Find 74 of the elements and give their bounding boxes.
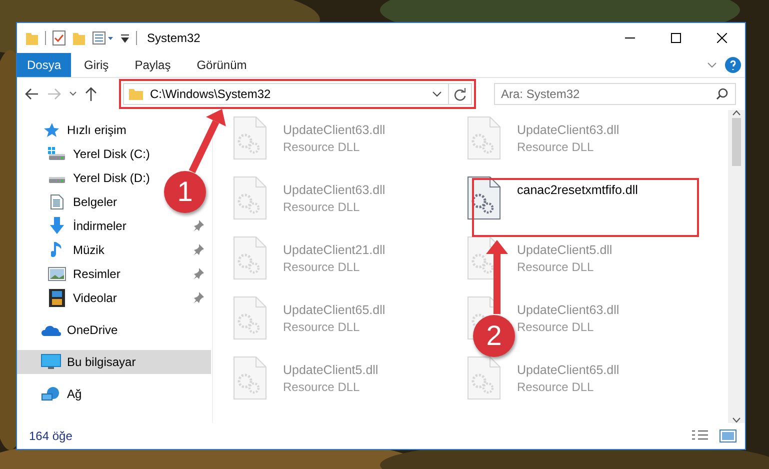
drive-icon: [48, 147, 66, 161]
address-bar[interactable]: C:\Windows\System32: [123, 83, 472, 105]
help-icon: [725, 57, 741, 73]
recent-button[interactable]: [69, 91, 77, 97]
scrollbar[interactable]: [728, 110, 745, 423]
file-type: Resource DLL: [283, 320, 361, 334]
window-title: System32: [147, 31, 200, 45]
folder-icon: [25, 30, 39, 46]
sidebar-item[interactable]: Müzik: [73, 243, 104, 257]
caret-icon: [432, 91, 442, 97]
dll-file-icon: [467, 116, 501, 160]
monitor-icon: [41, 354, 61, 370]
dll-file-icon: [233, 296, 267, 340]
chevron-icon: [707, 62, 717, 68]
folder-icon: [128, 87, 144, 101]
music-note-icon: [51, 241, 63, 259]
pointer-arrow: [189, 109, 226, 174]
down-arrow-icon: [49, 217, 65, 235]
ribbon-tab[interactable]: Giriş: [71, 53, 122, 77]
dll-file-icon: [233, 116, 267, 160]
refresh-icon: [453, 87, 467, 101]
sidebar-item[interactable]: Videolar: [73, 291, 117, 305]
scrollbar-thumb[interactable]: [732, 118, 741, 166]
file-type: Resource DLL: [517, 320, 595, 334]
forward-arrow-icon: [47, 88, 61, 100]
document-icon: [50, 194, 64, 210]
network-icon: [41, 386, 61, 402]
file-type: Resource DLL: [283, 260, 361, 274]
back-arrow-icon: [25, 88, 39, 100]
file-name[interactable]: canac2resetxmtfifo.dll: [517, 183, 638, 197]
scroll-down-icon: [732, 417, 741, 423]
sidebar-item[interactable]: Hızlı erişim: [67, 123, 126, 137]
up-arrow-icon: [85, 87, 97, 101]
close-icon: [717, 33, 727, 43]
large-icons-view-icon: [719, 429, 737, 443]
dll-file-icon: [233, 236, 267, 280]
star-icon: [43, 122, 59, 138]
scroll-up-icon: [732, 110, 741, 116]
file-type: Resource DLL: [283, 140, 361, 154]
file-type: Resource DLL: [517, 140, 595, 154]
file-type: Resource DLL: [283, 200, 361, 214]
checklist-icon: [52, 30, 66, 46]
caret-icon: [120, 33, 130, 43]
item-count: 164 öğe: [29, 429, 72, 443]
sidebar-item[interactable]: OneDrive: [67, 323, 118, 337]
file-type: Resource DLL: [517, 380, 595, 394]
file-type: Resource DLL: [517, 260, 595, 274]
caret-icon: [69, 91, 77, 97]
sidebar-item[interactable]: Ağ: [67, 387, 82, 401]
list-icon: [92, 30, 114, 46]
maximize-icon: [671, 33, 681, 43]
up-button[interactable]: [85, 87, 97, 101]
search-field[interactable]: Ara: System32: [494, 83, 736, 105]
sidebar-item[interactable]: Belgeler: [73, 195, 118, 209]
cloud-icon: [41, 324, 61, 336]
folder-icon: [72, 30, 86, 46]
dll-file-icon: [467, 356, 501, 400]
picture-icon: [48, 267, 66, 281]
search-icon: [716, 88, 728, 100]
ribbon-tab[interactable]: Görünüm: [184, 53, 260, 77]
sidebar-item[interactable]: İndirmeler: [73, 219, 126, 233]
dll-file-icon: [467, 176, 501, 220]
file-type: Resource DLL: [283, 380, 361, 394]
sidebar-item[interactable]: Yerel Disk (C:): [73, 147, 150, 161]
sidebar-item[interactable]: Resimler: [73, 267, 120, 281]
sidebar-item[interactable]: Bu bilgisayar: [67, 355, 136, 369]
ribbon-tab[interactable]: Dosya: [17, 53, 72, 77]
dll-file-icon: [233, 176, 267, 220]
address-path: C:\Windows\System32: [150, 87, 272, 101]
ribbon-tab[interactable]: Paylaş: [122, 53, 184, 77]
sidebar-item[interactable]: Yerel Disk (D:): [73, 171, 150, 185]
back-button[interactable]: [25, 88, 39, 100]
film-icon: [49, 289, 65, 307]
dll-file-icon: [233, 356, 267, 400]
